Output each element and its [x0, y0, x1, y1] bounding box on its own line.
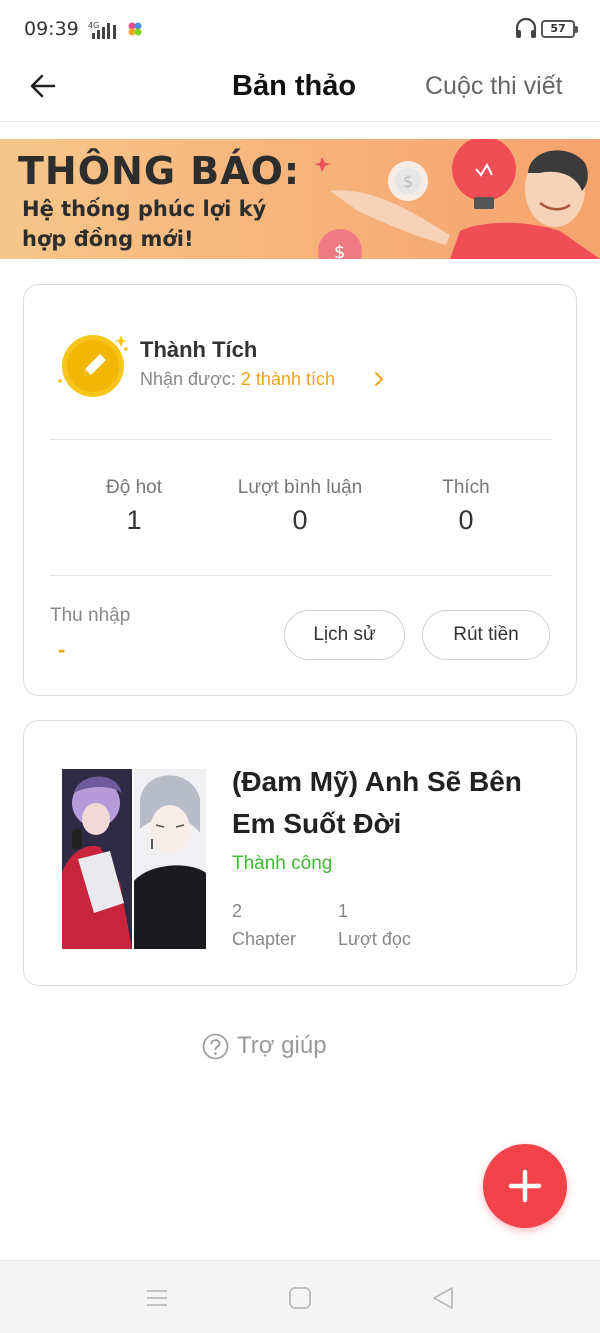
status-time: 09:39	[24, 18, 79, 40]
pencil-medal-icon	[58, 335, 128, 397]
back-triangle-icon[interactable]	[430, 1285, 456, 1311]
chapter-count-value: 2	[232, 901, 243, 921]
app-notification-icon	[128, 22, 142, 36]
network-type: 4G	[88, 21, 99, 30]
book-card[interactable]: (Đam Mỹ) Anh Sẽ Bên Em Suốt Đời Thành cô…	[23, 720, 577, 986]
book-cover-image	[60, 763, 206, 949]
stat-label: Lượt bình luận	[237, 477, 363, 498]
announcement-banner[interactable]: THÔNG BÁO: Hệ thống phúc lợi ký hợp đồng…	[0, 139, 600, 259]
arrow-left-icon	[30, 74, 56, 98]
page-title: Bản thảo	[232, 70, 357, 102]
svg-text:$: $	[334, 242, 345, 259]
achievement-received-label: Nhận được:	[140, 369, 236, 389]
stat-value: 0	[458, 505, 474, 535]
home-square-icon[interactable]	[287, 1285, 313, 1311]
writing-contest-link[interactable]: Cuộc thi viết	[425, 72, 563, 101]
stat-value: 1	[126, 505, 142, 535]
system-navigation-bar	[0, 1260, 600, 1333]
banner-text-line-1: Hệ thống phúc lợi ký	[22, 197, 267, 221]
menu-icon[interactable]	[144, 1285, 170, 1311]
read-count: 1 Lượt đọc	[338, 897, 411, 953]
signal-icon: 4G	[88, 21, 116, 39]
stat-value: 0	[292, 505, 308, 535]
stat-hot: Độ hot 1	[54, 477, 214, 536]
achievement-title: Thành Tích	[140, 337, 258, 362]
headset-icon	[515, 17, 537, 38]
banner-illustration: $ $	[314, 139, 600, 259]
plus-icon	[508, 1169, 542, 1203]
withdraw-button[interactable]: Rút tiền	[422, 610, 550, 660]
app-header: Bản thảo Cuộc thi viết	[0, 60, 600, 122]
divider	[50, 575, 552, 576]
battery-indicator: 57	[541, 20, 578, 38]
chevron-right-icon[interactable]	[372, 371, 386, 387]
back-button[interactable]	[24, 66, 64, 106]
svg-text:$: $	[403, 172, 413, 191]
status-bar: 09:39 4G 57	[0, 0, 600, 60]
chapter-count-label: Chapter	[232, 929, 297, 949]
income-value: -	[58, 637, 66, 662]
income-label: Thu nhập	[50, 605, 131, 626]
stat-comments: Lượt bình luận 0	[220, 477, 380, 536]
writer-stats-card: Thành Tích Nhận được: 2 thành tích Độ ho…	[23, 284, 577, 696]
divider	[50, 439, 552, 440]
stat-label: Thích	[442, 477, 490, 498]
help-label: Trợ giúp	[237, 1032, 327, 1059]
banner-text-line-2: hợp đồng mới!	[22, 227, 194, 251]
stat-likes: Thích 0	[386, 477, 546, 536]
read-count-value: 1	[338, 901, 349, 921]
achievement-link[interactable]: Nhận được: 2 thành tích	[140, 369, 335, 390]
read-count-label: Lượt đọc	[338, 929, 411, 949]
history-button[interactable]: Lịch sử	[284, 610, 405, 660]
create-book-button[interactable]	[483, 1144, 567, 1228]
achievement-count: 2 thành tích	[240, 369, 335, 389]
question-circle-icon	[202, 1033, 229, 1060]
banner-title: THÔNG BÁO:	[18, 149, 301, 193]
chapter-count: 2 Chapter	[232, 897, 296, 953]
stat-label: Độ hot	[106, 477, 162, 498]
book-title: (Đam Mỹ) Anh Sẽ Bên Em Suốt Đời	[232, 766, 522, 839]
book-status: Thành công	[232, 853, 333, 874]
